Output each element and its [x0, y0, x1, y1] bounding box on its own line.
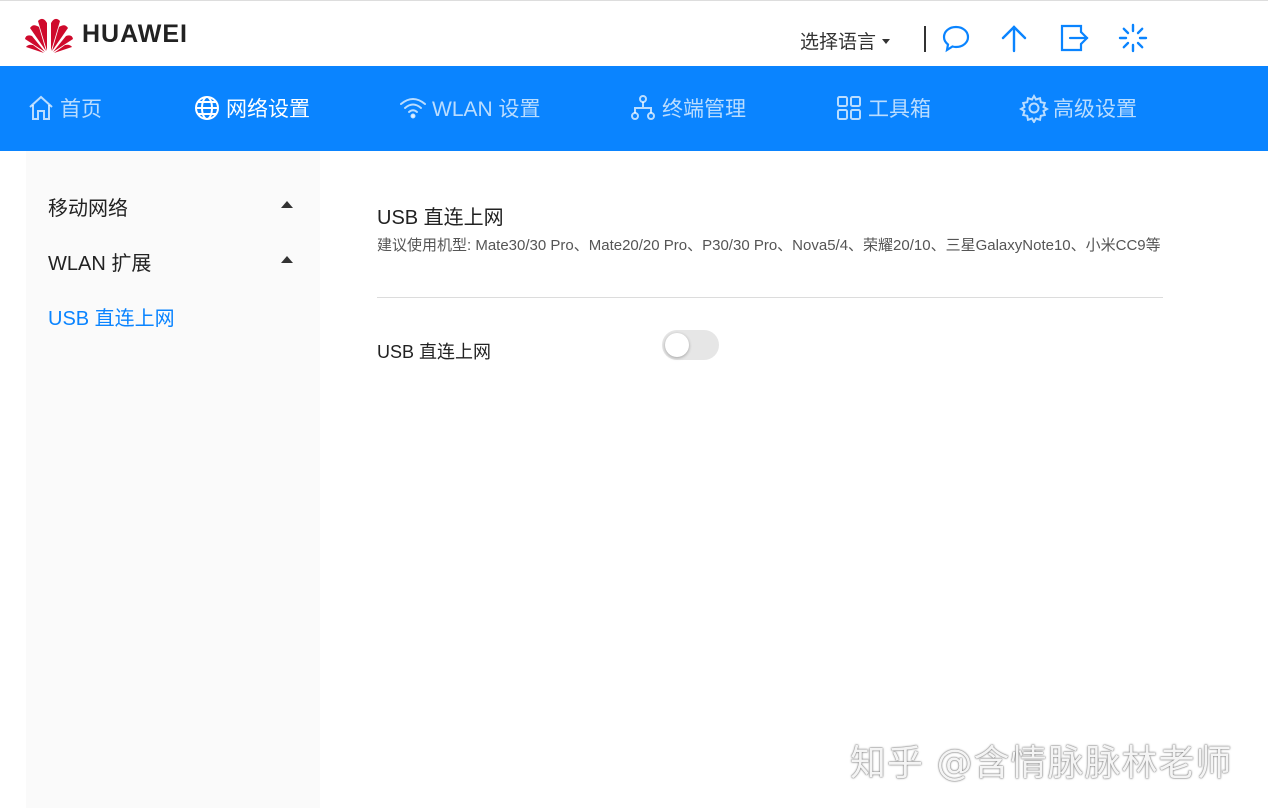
- caret-up-icon[interactable]: [281, 256, 293, 263]
- devices-icon: [631, 95, 655, 120]
- main-navbar: 首页 网络设置 WLAN 设置 终端管理 工具箱 高级设置: [0, 66, 1268, 151]
- nav-item-advanced[interactable]: 高级设置: [1019, 92, 1137, 124]
- brand-name: HUAWEI: [82, 19, 188, 48]
- supported-models-description: 建议使用机型: Mate30/30 Pro、Mate20/20 Pro、P30/…: [377, 237, 1161, 254]
- language-selector[interactable]: 选择语言: [800, 27, 891, 54]
- grid-icon: [837, 96, 861, 120]
- upload-icon[interactable]: [999, 23, 1029, 53]
- message-icon[interactable]: [941, 23, 971, 53]
- nav-item-network[interactable]: 网络设置: [192, 92, 310, 124]
- sidebar-item-mobile-network[interactable]: 移动网络: [48, 192, 128, 221]
- nav-item-home[interactable]: 首页: [26, 92, 102, 124]
- nav-label-home: 首页: [60, 98, 102, 121]
- watermark: 知乎 @含情脉脉林老师: [850, 743, 1233, 784]
- sidebar-item-wlan-extension[interactable]: WLAN 扩展: [48, 247, 151, 276]
- gear-icon: [1019, 93, 1049, 123]
- usb-tethering-toggle[interactable]: [662, 330, 719, 360]
- usb-tethering-label: USB 直连上网: [377, 342, 492, 362]
- caret-up-icon[interactable]: [281, 201, 293, 208]
- wifi-icon: [400, 98, 426, 119]
- nav-label-advanced: 高级设置: [1053, 98, 1137, 121]
- huawei-logo[interactable]: HUAWEI: [24, 15, 188, 53]
- section-divider: [377, 297, 1163, 298]
- page-title: USB 直连上网: [377, 207, 504, 229]
- caret-down-icon: [882, 39, 891, 44]
- huawei-flower-icon: [25, 18, 73, 53]
- nav-label-devices: 终端管理: [662, 98, 746, 121]
- top-header: HUAWEI 选择语言: [0, 0, 1268, 66]
- nav-item-devices[interactable]: 终端管理: [628, 92, 746, 124]
- nav-label-wlan: WLAN 设置: [432, 98, 541, 121]
- logout-icon[interactable]: [1059, 23, 1089, 53]
- sidebar: 移动网络 WLAN 扩展 USB 直连上网: [26, 151, 320, 808]
- language-label: 选择语言: [800, 32, 877, 53]
- globe-icon: [195, 96, 219, 120]
- nav-item-toolbox[interactable]: 工具箱: [834, 92, 931, 124]
- nav-label-toolbox: 工具箱: [868, 98, 931, 121]
- nav-item-wlan[interactable]: WLAN 设置: [398, 92, 541, 124]
- header-divider: [924, 26, 926, 52]
- loading-icon: [1118, 23, 1148, 53]
- home-icon: [29, 95, 53, 120]
- main-content: USB 直连上网 建议使用机型: Mate30/30 Pro、Mate20/20…: [377, 151, 1163, 808]
- nav-label-network: 网络设置: [226, 98, 310, 121]
- sidebar-item-usb-tethering[interactable]: USB 直连上网: [48, 302, 175, 331]
- toggle-knob: [665, 333, 689, 357]
